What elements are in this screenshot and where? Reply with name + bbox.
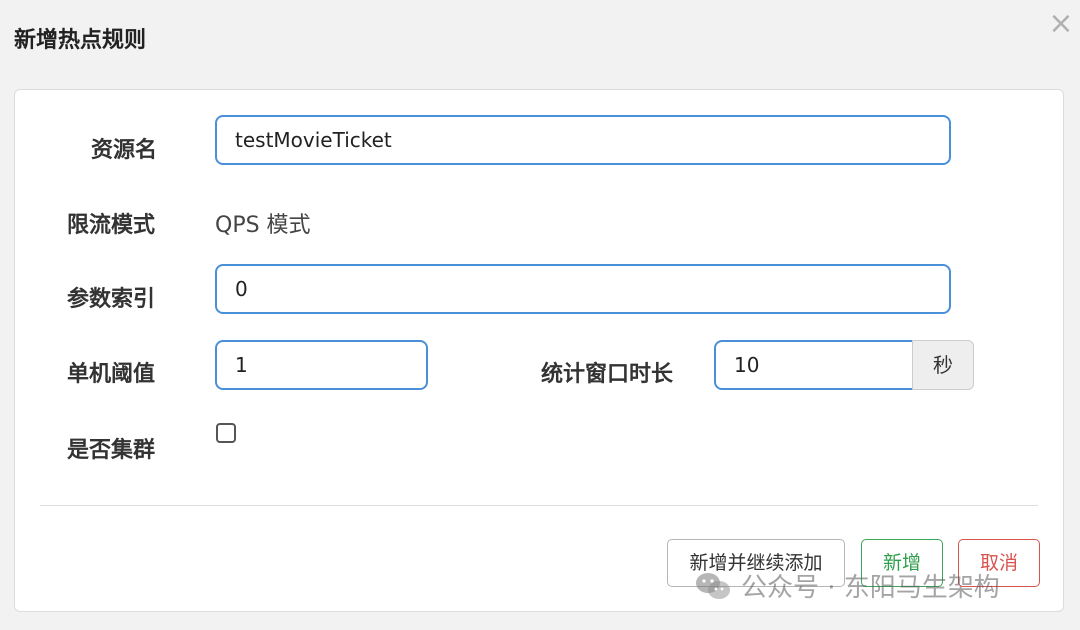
threshold-input[interactable] — [215, 340, 428, 390]
wechat-icon — [695, 571, 731, 601]
rule-form-panel: 资源名 限流模式 QPS 模式 参数索引 单机阈值 统计窗口时长 秒 是否集群 … — [14, 89, 1064, 612]
param-index-input[interactable] — [215, 264, 951, 314]
watermark: 公众号 · 东阳马生架构 — [695, 567, 1000, 604]
seconds-unit-addon: 秒 — [912, 340, 974, 390]
cluster-label: 是否集群 — [67, 438, 156, 463]
threshold-label: 单机阈值 — [67, 362, 156, 387]
cluster-checkbox[interactable] — [216, 423, 236, 443]
watermark-text: 公众号 · 东阳马生架构 — [741, 573, 1000, 603]
form-divider — [40, 505, 1038, 506]
param-index-label: 参数索引 — [67, 287, 156, 312]
close-icon[interactable]: × — [1045, 6, 1077, 42]
limit-mode-value: QPS 模式 — [215, 213, 311, 238]
limit-mode-label: 限流模式 — [67, 213, 156, 238]
window-duration-input[interactable] — [714, 340, 914, 390]
modal-title: 新增热点规则 — [14, 28, 147, 53]
window-duration-label: 统计窗口时长 — [541, 362, 674, 387]
resource-name-input[interactable] — [215, 115, 951, 165]
resource-name-label: 资源名 — [91, 138, 158, 163]
